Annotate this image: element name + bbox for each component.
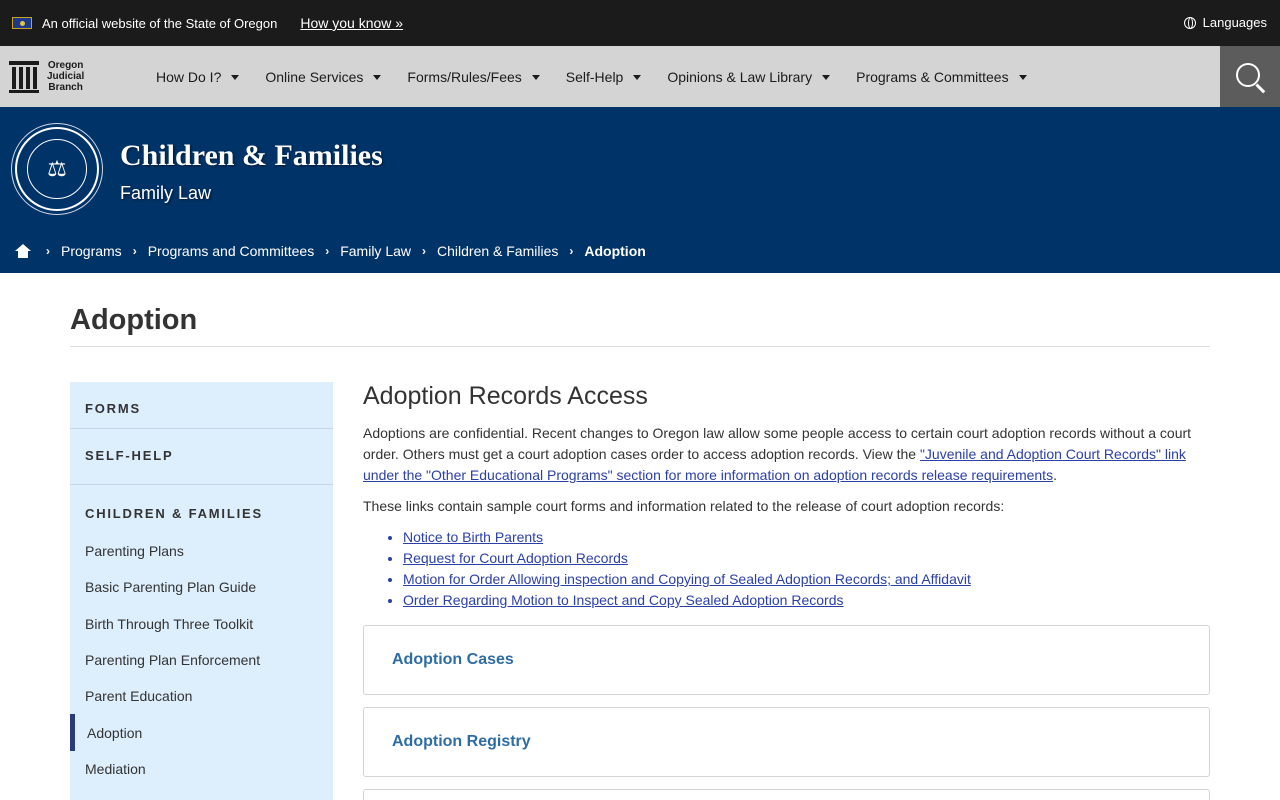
request-court-adoption-records-link[interactable]: Request for Court Adoption Records (403, 550, 628, 566)
breadcrumb-current: Adoption (584, 243, 646, 259)
main-nav: Oregon Judicial Branch How Do I? Online … (0, 46, 1280, 107)
home-icon[interactable] (15, 244, 31, 258)
languages-label: Languages (1202, 15, 1267, 30)
nav-how-do-i[interactable]: How Do I? (156, 69, 240, 85)
chevron-right-icon: › (46, 244, 50, 258)
sidebar-item-birth-through-three-toolkit[interactable]: Birth Through Three Toolkit (70, 606, 333, 642)
chevron-down-icon (373, 75, 382, 80)
chevron-right-icon: › (422, 244, 426, 258)
sidebar-head-self-help[interactable]: SELF-HELP (70, 429, 333, 485)
breadcrumb: › Programs › Programs and Committees › F… (15, 243, 646, 259)
search-icon (1236, 62, 1260, 87)
chevron-right-icon: › (132, 244, 137, 258)
main-content: Adoption Records Access Adoptions are co… (363, 382, 1210, 800)
nav-programs-committees[interactable]: Programs & Committees (856, 69, 1027, 85)
how-you-know-link[interactable]: How you know » (300, 15, 403, 31)
official-text: An official website of the State of Oreg… (42, 15, 278, 31)
sidebar-item-basic-parenting-plan-guide[interactable]: Basic Parenting Plan Guide (70, 569, 333, 605)
order-regarding-motion-link[interactable]: Order Regarding Motion to Inspect and Co… (403, 592, 844, 608)
sidebar-head-forms[interactable]: FORMS (70, 382, 333, 429)
languages-button[interactable]: Languages (1183, 15, 1267, 30)
breadcrumb-programs-committees[interactable]: Programs and Committees (148, 243, 315, 259)
sidebar: FORMS SELF-HELP CHILDREN & FAMILIES Pare… (70, 382, 333, 800)
judicial-department-seal: ⚖ (15, 127, 99, 211)
chevron-down-icon (633, 75, 642, 80)
links-intro-paragraph: These links contain sample court forms a… (363, 498, 1005, 514)
list-item: Motion for Order Allowing inspection and… (403, 569, 1210, 590)
nav-online-services[interactable]: Online Services (265, 69, 382, 85)
sidebar-item-adoption[interactable]: Adoption (70, 714, 333, 751)
nav-self-help[interactable]: Self-Help (566, 69, 642, 85)
hero-banner: ⚖ Children & Families Family Law › Progr… (0, 107, 1280, 273)
hero-title: Children & Families (120, 139, 383, 172)
hero-subtitle: Family Law (120, 183, 212, 203)
sidebar-item-parenting-plans[interactable]: Parenting Plans (70, 533, 333, 569)
accordion-adoption-registry[interactable]: Adoption Registry (363, 707, 1210, 777)
chevron-down-icon (822, 75, 831, 80)
scales-icon: ⚖ (27, 139, 87, 199)
breadcrumb-programs[interactable]: Programs (61, 243, 122, 259)
search-button[interactable] (1220, 46, 1280, 107)
oregon-flag-icon (12, 17, 32, 29)
nav-forms-rules-fees[interactable]: Forms/Rules/Fees (407, 69, 540, 85)
list-item: Order Regarding Motion to Inspect and Co… (403, 590, 1210, 611)
breadcrumb-family-law[interactable]: Family Law (340, 243, 411, 259)
brand-text: Oregon Judicial Branch (47, 60, 85, 93)
sidebar-item-parenting-plan-enforcement[interactable]: Parenting Plan Enforcement (70, 642, 333, 678)
chevron-down-icon (1018, 75, 1027, 80)
chevron-down-icon (531, 75, 540, 80)
notice-to-birth-parents-link[interactable]: Notice to Birth Parents (403, 529, 543, 545)
list-item: Request for Court Adoption Records (403, 548, 1210, 569)
ojd-logo[interactable]: Oregon Judicial Branch (0, 60, 156, 93)
breadcrumb-children-families[interactable]: Children & Families (437, 243, 558, 259)
nav-opinions-law-library[interactable]: Opinions & Law Library (667, 69, 831, 85)
sidebar-head-children-families[interactable]: CHILDREN & FAMILIES (70, 485, 333, 533)
globe-icon (1183, 16, 1196, 29)
list-item: Notice to Birth Parents (403, 527, 1210, 548)
chevron-right-icon: › (569, 244, 574, 258)
accordion-adoption-cases[interactable]: Adoption Cases (363, 625, 1210, 695)
page-content: Adoption FORMS SELF-HELP CHILDREN & FAMI… (0, 273, 1280, 800)
official-banner: An official website of the State of Oreg… (0, 0, 1280, 46)
motion-inspect-copy-link[interactable]: Motion for Order Allowing inspection and… (403, 571, 971, 587)
sidebar-item-mediation[interactable]: Mediation (70, 751, 333, 787)
courthouse-columns-icon (9, 60, 39, 93)
forms-link-list: Notice to Birth Parents Request for Cour… (403, 527, 1210, 611)
intro-paragraph: Adoptions are confidential. Recent chang… (363, 425, 1192, 483)
accordion-next[interactable] (363, 789, 1210, 800)
section-heading: Adoption Records Access (363, 382, 648, 410)
sidebar-item-parent-education[interactable]: Parent Education (70, 678, 333, 714)
chevron-down-icon (231, 75, 240, 80)
page-title: Adoption (70, 273, 1210, 347)
chevron-right-icon: › (325, 244, 330, 258)
nav-menu: How Do I? Online Services Forms/Rules/Fe… (156, 69, 1053, 85)
